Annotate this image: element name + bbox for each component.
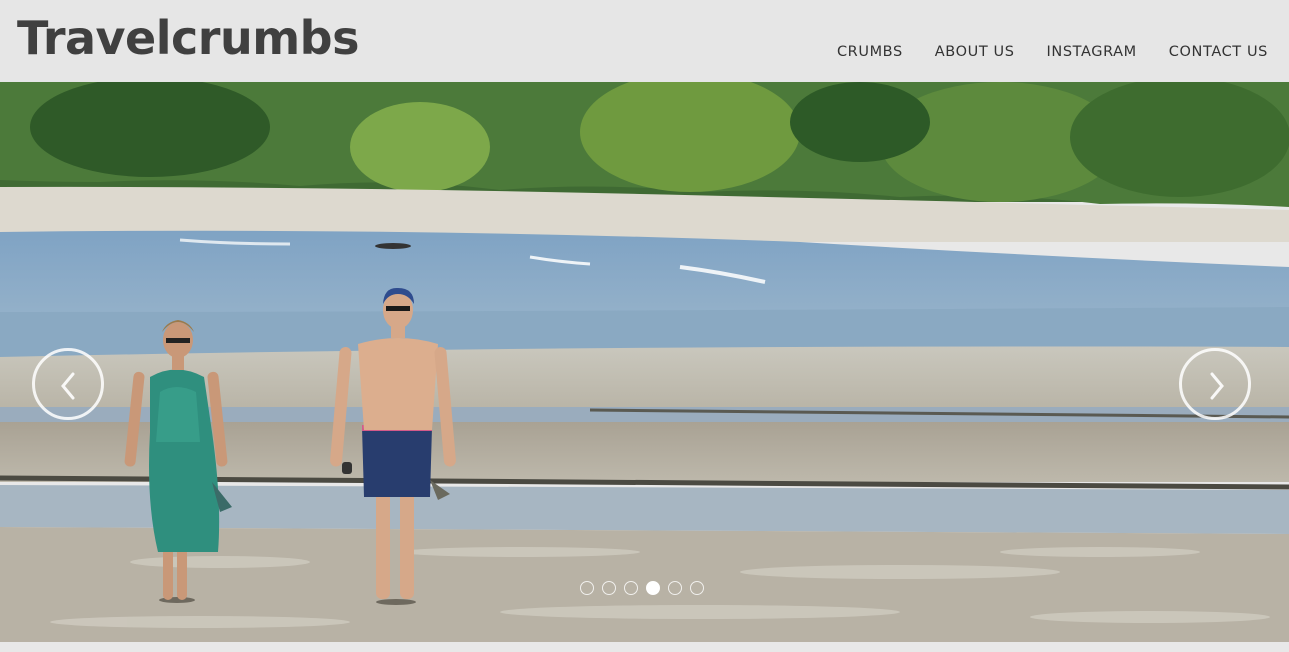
carousel-dot-1[interactable] (580, 581, 594, 595)
nav-item-contact-us[interactable]: CONTACT US (1169, 42, 1268, 62)
page-bottom (0, 642, 1289, 652)
hero-carousel (0, 82, 1289, 642)
carousel-next-button[interactable] (1179, 348, 1251, 420)
carousel-dot-3[interactable] (624, 581, 638, 595)
site-header: Travelcrumbs CRUMBS ABOUT US INSTAGRAM C… (0, 0, 1289, 82)
beach-photo (0, 82, 1289, 642)
carousel-indicators (580, 581, 704, 595)
nav-item-about-us[interactable]: ABOUT US (935, 42, 1015, 62)
carousel-dot-6[interactable] (690, 581, 704, 595)
carousel-dot-2[interactable] (602, 581, 616, 595)
main-nav: CRUMBS ABOUT US INSTAGRAM CONTACT US (805, 42, 1268, 62)
nav-item-crumbs[interactable]: CRUMBS (837, 42, 903, 62)
nav-item-instagram[interactable]: INSTAGRAM (1047, 42, 1137, 62)
chevron-right-icon (1210, 372, 1224, 400)
chevron-left-icon (61, 372, 75, 400)
carousel-dot-5[interactable] (668, 581, 682, 595)
carousel-prev-button[interactable] (32, 348, 104, 420)
site-title[interactable]: Travelcrumbs (17, 8, 359, 68)
carousel-dot-4[interactable] (646, 581, 660, 595)
